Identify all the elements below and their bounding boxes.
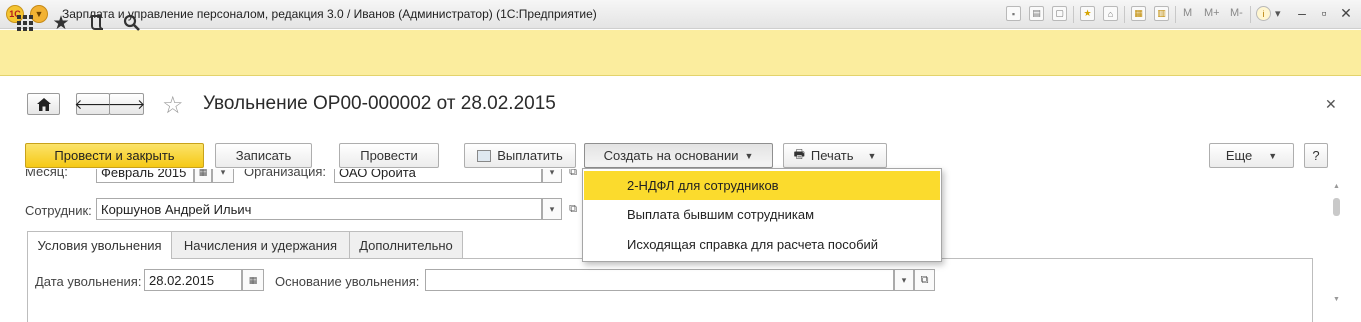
open-icon[interactable]: ⧉ [566,202,580,216]
calendar-icon[interactable]: ▥ [1154,6,1169,21]
back-button[interactable]: 🡐 [74,93,112,115]
apps-grid-icon[interactable] [14,12,36,34]
home-icon [36,97,51,111]
home-button[interactable] [27,93,60,115]
calendar-icon[interactable]: ▦ [242,269,264,291]
more-button[interactable]: Еще ▼ [1209,143,1294,168]
print-label: Печать [810,148,854,163]
save-disk-icon[interactable]: ▪ [1006,6,1021,21]
maximize-button[interactable]: ▫ [1313,3,1335,23]
scroll-up-icon[interactable]: ▲ [1333,183,1340,190]
search-icon[interactable] [121,12,143,34]
printer-icon: 🖶 [793,147,805,161]
menu-item-former-employee-payment[interactable]: Выплата бывшим сотрудникам [584,200,940,229]
tab-accruals-deductions[interactable]: Начисления и удержания [171,231,350,258]
calendar-icon[interactable]: ▦ [194,169,212,183]
pay-icon [477,149,492,162]
menu-item-benefit-certificate[interactable]: Исходящая справка для расчета пособий [584,230,940,259]
separator [1073,6,1074,23]
employee-label: Сотрудник: [25,203,92,218]
open-icon[interactable]: ⧉ [914,269,935,291]
organization-field[interactable]: ОАО Оройта [334,169,542,183]
info-icon[interactable]: i [1256,6,1271,21]
tab-dismissal-conditions[interactable]: Условия увольнения [27,231,172,259]
open-icon[interactable]: ⧉ [566,169,580,179]
month-field[interactable]: Февраль 2015 [96,169,194,183]
month-stepper[interactable]: ▾ [212,169,234,183]
arrow-right-icon: 🡒 [107,95,146,112]
pay-button[interactable]: Выплатить [464,143,576,168]
chevron-down-icon: ▼ [867,150,877,161]
memory-subtract-button[interactable]: M- [1230,7,1243,19]
calculator-icon[interactable]: ▦ [1131,6,1146,21]
create-based-on-button[interactable]: Создать на основании ▼ [584,143,773,168]
tab-additional[interactable]: Дополнительно [349,231,463,258]
memory-store-button[interactable]: M [1183,7,1192,19]
post-button[interactable]: Провести [339,143,439,168]
form-title: Увольнение ОР00-000002 от 28.02.2015 [203,93,556,114]
sections-toolbar [0,30,1361,76]
favorite-star-icon[interactable]: ☆ [162,91,184,120]
create-based-on-menu: 2-НДФЛ для сотрудников Выплата бывшим со… [582,168,942,262]
print-button[interactable]: 🖶 Печать ▼ [783,143,887,168]
preview-icon[interactable]: ▢ [1052,6,1067,21]
forward-button[interactable]: 🡒 [107,93,146,115]
dropdown-caret-icon[interactable]: ▾ [894,269,914,291]
organization-label: Организация: [244,169,327,179]
dismissal-date-field[interactable]: 28.02.2015 [144,269,242,291]
scrollbar-thumb[interactable] [1333,198,1340,216]
print-icon[interactable]: ▤ [1029,6,1044,21]
scroll-down-icon[interactable]: ▼ [1333,296,1340,303]
pay-label: Выплатить [497,148,563,163]
dropdown-caret-icon[interactable]: ▾ [542,198,562,220]
month-label: Месяц: [25,169,68,179]
link-icon[interactable]: ⌂ [1103,6,1118,21]
save-button[interactable]: Записать [215,143,312,168]
separator [1175,6,1176,23]
chevron-down-icon: ▼ [744,150,754,161]
help-button[interactable]: ? [1304,143,1328,168]
create-based-on-label: Создать на основании [603,148,739,163]
star-icon[interactable]: ★ [50,12,72,34]
chevron-down-icon: ▼ [1268,150,1278,161]
arrow-left-icon: 🡐 [74,95,112,112]
dismissal-reason-label: Основание увольнения: [275,274,420,289]
form-close-icon[interactable]: ✕ [1325,96,1337,113]
window-close-button[interactable]: ✕ [1335,3,1357,23]
more-label: Еще [1225,148,1253,163]
dropdown-caret-icon[interactable]: ▾ [542,169,562,183]
menu-item-2ndfl[interactable]: 2-НДФЛ для сотрудников [584,171,940,200]
history-icon[interactable] [86,12,108,34]
post-and-close-button[interactable]: Провести и закрыть [25,143,204,168]
memory-add-button[interactable]: M+ [1204,7,1220,19]
dismissal-reason-field[interactable] [425,269,894,291]
minimize-button[interactable]: – [1291,3,1313,23]
dismissal-date-label: Дата увольнения: [35,274,142,289]
separator [1250,6,1251,23]
info-menu-caret-icon[interactable]: ▾ [1275,7,1281,20]
employee-field[interactable]: Коршунов Андрей Ильич [96,198,542,220]
separator [1124,6,1125,23]
favorites-add-icon[interactable]: ★ [1080,6,1095,21]
